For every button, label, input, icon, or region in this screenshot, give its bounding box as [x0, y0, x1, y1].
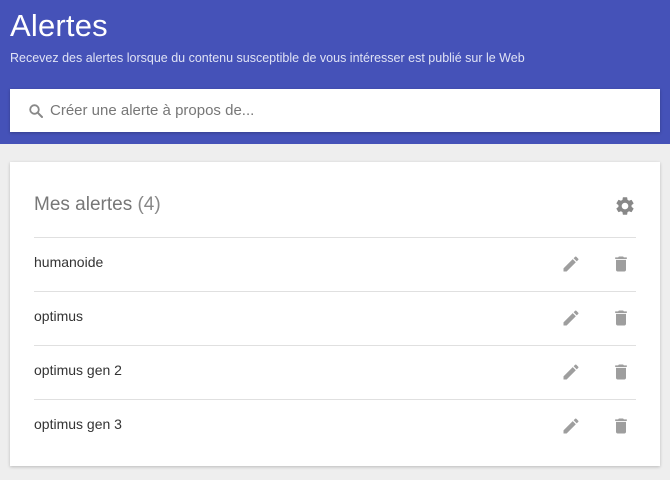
edit-icon[interactable] [561, 308, 581, 328]
alerts-heading: Mes alertes (4) [34, 194, 161, 216]
trash-icon[interactable] [611, 253, 631, 275]
alerts-title: Mes alertes [34, 194, 133, 215]
search-box[interactable] [10, 89, 660, 132]
gear-icon[interactable] [614, 195, 636, 217]
alert-name[interactable]: humanoide [34, 254, 103, 270]
alerts-card: Mes alertes (4) humanoide optimus optimu… [10, 162, 660, 466]
trash-icon[interactable] [611, 307, 631, 329]
alert-row[interactable]: optimus gen 3 [34, 399, 636, 453]
alert-name[interactable]: optimus gen 3 [34, 416, 122, 432]
alert-name[interactable]: optimus gen 2 [34, 362, 122, 378]
alert-list: humanoide optimus optimus gen 2 optimus … [34, 237, 636, 453]
edit-icon[interactable] [561, 362, 581, 382]
alert-name[interactable]: optimus [34, 308, 83, 324]
edit-icon[interactable] [561, 254, 581, 274]
page-title: Alertes [10, 8, 108, 43]
search-icon [29, 104, 43, 118]
edit-icon[interactable] [561, 416, 581, 436]
alert-row[interactable]: optimus [34, 291, 636, 345]
alert-row[interactable]: optimus gen 2 [34, 345, 636, 399]
alerts-count: (4) [137, 194, 161, 215]
page-subtitle: Recevez des alertes lorsque du contenu s… [10, 51, 525, 65]
alert-row[interactable]: humanoide [34, 237, 636, 291]
search-input[interactable] [48, 97, 648, 124]
trash-icon[interactable] [611, 415, 631, 437]
trash-icon[interactable] [611, 361, 631, 383]
